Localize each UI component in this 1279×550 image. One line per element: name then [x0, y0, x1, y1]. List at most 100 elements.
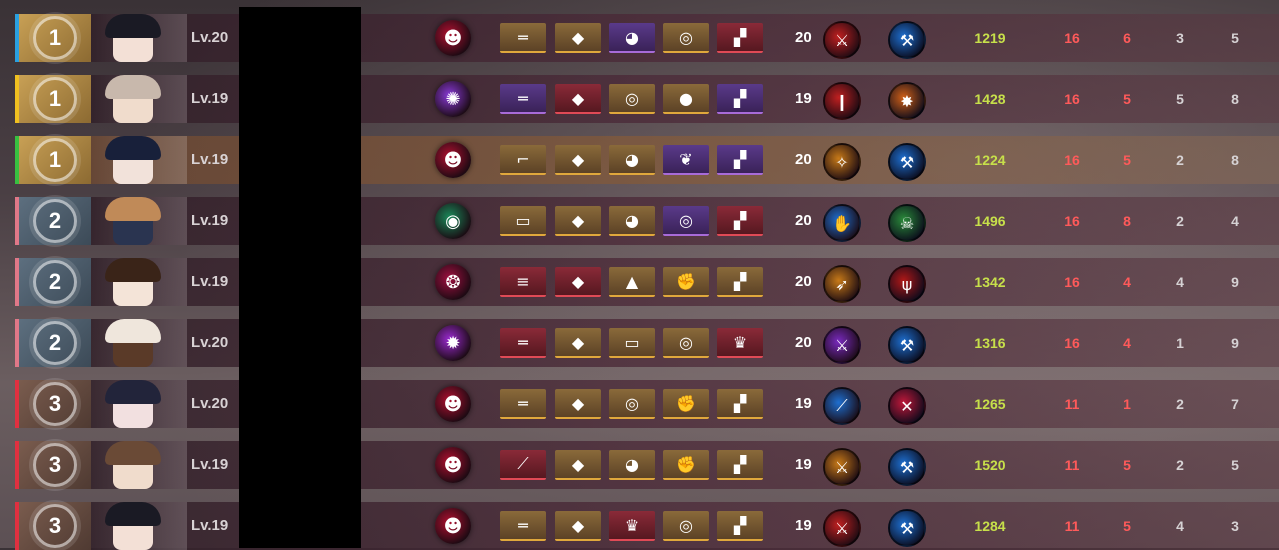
weapon-icon[interactable]: ✧: [823, 143, 861, 181]
visor-item-icon[interactable]: ▭: [500, 206, 546, 236]
armor-item-icon[interactable]: ◆: [555, 145, 601, 175]
player-row[interactable]: 3 Lv.20 ☻ 19 ⟋ ✕ 1265 11 1 2 7 ═ ◆ ◎ ✊ ▞: [15, 380, 1279, 428]
ring-item-icon[interactable]: ◎: [609, 84, 655, 114]
ring-item-icon[interactable]: ◎: [663, 511, 709, 541]
dagger-item-icon[interactable]: ⟋: [500, 450, 546, 480]
ring-item-icon[interactable]: ◎: [663, 23, 709, 53]
rank-number: 1: [33, 77, 77, 121]
weapon-icon[interactable]: ⚔: [823, 21, 861, 59]
player-row[interactable]: 2 Lv.20 ✹ 20 ⚔ ⚒ 1316 16 4 1 9 ═ ◆ ▭ ◎ ♛: [15, 319, 1279, 367]
player-row[interactable]: 1 Lv.19 ✺ 19 ❙ ✸ 1428 16 5 5 8 ═ ◆ ◎ ● ▞: [15, 75, 1279, 123]
gauntlet-item-icon[interactable]: ✊: [663, 267, 709, 297]
rank-badge: 1: [19, 14, 91, 62]
player-level: Lv.20: [191, 29, 229, 46]
helmet-item-icon[interactable]: ◕: [609, 206, 655, 236]
weapon-icon[interactable]: ⚔: [823, 509, 861, 547]
hero-icon[interactable]: ☻: [435, 447, 471, 483]
player-row[interactable]: 2 Lv.19 ❂ 20 ➶ ψ 1342 16 4 4 9 ≡ ◆ ▲ ✊ ▞: [15, 258, 1279, 306]
crown-item-icon[interactable]: ♛: [717, 328, 763, 358]
rank-number: 3: [33, 382, 77, 426]
weapon-level: 20: [795, 151, 812, 168]
visor-item-icon[interactable]: ▭: [609, 328, 655, 358]
armor-item-icon[interactable]: ◆: [555, 511, 601, 541]
score: 1428: [974, 91, 1006, 107]
avatar: [91, 197, 187, 245]
stat-extra: 9: [1231, 335, 1239, 351]
player-row[interactable]: 3 Lv.19 ☻ 19 ⚔ ⚒ 1284 11 5 4 3 ═ ◆ ♛ ◎ ▞: [15, 502, 1279, 550]
hero-icon[interactable]: ❂: [435, 264, 471, 300]
boots-item-icon[interactable]: ▞: [717, 511, 763, 541]
rank-badge: 2: [19, 319, 91, 367]
helmet-item-icon[interactable]: ◕: [609, 23, 655, 53]
skill-icon[interactable]: ⚒: [888, 326, 926, 364]
hero-icon[interactable]: ☻: [435, 508, 471, 544]
armor-item-icon[interactable]: ◆: [555, 206, 601, 236]
helmet-item-icon[interactable]: ◕: [609, 450, 655, 480]
player-row[interactable]: 1 Lv.20 ☻ 20 ⚔ ⚒ 1219 16 6 3 5 ═ ◆ ◕ ◎ ▞: [15, 14, 1279, 62]
disc-item-icon[interactable]: ●: [663, 84, 709, 114]
skill-icon[interactable]: ⚒: [888, 448, 926, 486]
ring-item-icon[interactable]: ◎: [663, 206, 709, 236]
rifle-item-icon[interactable]: ═: [500, 511, 546, 541]
armor-item-icon[interactable]: ◆: [555, 328, 601, 358]
boots-item-icon[interactable]: ▞: [717, 450, 763, 480]
rifle-item-icon[interactable]: ═: [500, 389, 546, 419]
gauntlet-item-icon[interactable]: ✊: [663, 450, 709, 480]
skill-icon[interactable]: ψ: [888, 265, 926, 303]
skill-icon[interactable]: ☠: [888, 204, 926, 242]
boots-item-icon[interactable]: ▞: [717, 267, 763, 297]
hat-item-icon[interactable]: ▲: [609, 267, 655, 297]
weapon-icon[interactable]: ⚔: [823, 448, 861, 486]
rifle-item-icon[interactable]: ═: [500, 328, 546, 358]
hero-icon[interactable]: ✺: [435, 81, 471, 117]
hero-icon[interactable]: ☻: [435, 386, 471, 422]
rifle-item-icon[interactable]: ═: [500, 84, 546, 114]
score: 1496: [974, 213, 1006, 229]
hero-icon[interactable]: ✹: [435, 325, 471, 361]
player-row[interactable]: 3 Lv.19 ☻ 19 ⚔ ⚒ 1520 11 5 2 5 ⟋ ◆ ◕ ✊ ▞: [15, 441, 1279, 489]
stat-deaths: 5: [1123, 457, 1131, 473]
skill-icon[interactable]: ⚒: [888, 509, 926, 547]
stat-assists: 2: [1176, 396, 1184, 412]
feather-item-icon[interactable]: ❦: [663, 145, 709, 175]
armor-item-icon[interactable]: ◆: [555, 267, 601, 297]
revolver-item-icon[interactable]: ⌐: [500, 145, 546, 175]
weapon-icon[interactable]: ⟋: [823, 387, 861, 425]
hero-icon[interactable]: ☻: [435, 142, 471, 178]
weapon-icon[interactable]: ✋: [823, 204, 861, 242]
boots-item-icon[interactable]: ▞: [717, 145, 763, 175]
armor-item-icon[interactable]: ◆: [555, 450, 601, 480]
boots-item-icon[interactable]: ▞: [717, 206, 763, 236]
hero-icon[interactable]: ◉: [435, 203, 471, 239]
weapon-icon[interactable]: ⚔: [823, 326, 861, 364]
skill-icon[interactable]: ✸: [888, 82, 926, 120]
helmet-item-icon[interactable]: ◕: [609, 145, 655, 175]
weapon-icon[interactable]: ❙: [823, 82, 861, 120]
weapon-icon[interactable]: ➶: [823, 265, 861, 303]
score: 1224: [974, 152, 1006, 168]
armor-item-icon[interactable]: ◆: [555, 389, 601, 419]
ring-item-icon[interactable]: ◎: [663, 328, 709, 358]
skill-icon[interactable]: ✕: [888, 387, 926, 425]
boots-item-icon[interactable]: ▞: [717, 23, 763, 53]
stat-kills: 11: [1064, 518, 1080, 534]
boots-item-icon[interactable]: ▞: [717, 389, 763, 419]
hero-icon[interactable]: ☻: [435, 20, 471, 56]
player-row[interactable]: 1 Lv.19 ☻ 20 ✧ ⚒ 1224 16 5 2 8 ⌐ ◆ ◕ ❦ ▞: [15, 136, 1279, 184]
gauntlet-item-icon[interactable]: ✊: [663, 389, 709, 419]
crown-item-icon[interactable]: ♛: [609, 511, 655, 541]
avatar-hair: [105, 319, 161, 343]
stat-assists: 2: [1176, 152, 1184, 168]
rifle-item-icon[interactable]: ═: [500, 23, 546, 53]
skill-icon[interactable]: ⚒: [888, 143, 926, 181]
stat-kills: 16: [1064, 274, 1080, 290]
ring-item-icon[interactable]: ◎: [609, 389, 655, 419]
boots-item-icon[interactable]: ▞: [717, 84, 763, 114]
weapon-level: 19: [795, 395, 812, 412]
skill-icon[interactable]: ⚒: [888, 21, 926, 59]
blaster-item-icon[interactable]: ≡: [500, 267, 546, 297]
player-row[interactable]: 2 Lv.19 ◉ 20 ✋ ☠ 1496 16 8 2 4 ▭ ◆ ◕ ◎ ▞: [15, 197, 1279, 245]
avatar: [91, 319, 187, 367]
armor-item-icon[interactable]: ◆: [555, 23, 601, 53]
armor-item-icon[interactable]: ◆: [555, 84, 601, 114]
